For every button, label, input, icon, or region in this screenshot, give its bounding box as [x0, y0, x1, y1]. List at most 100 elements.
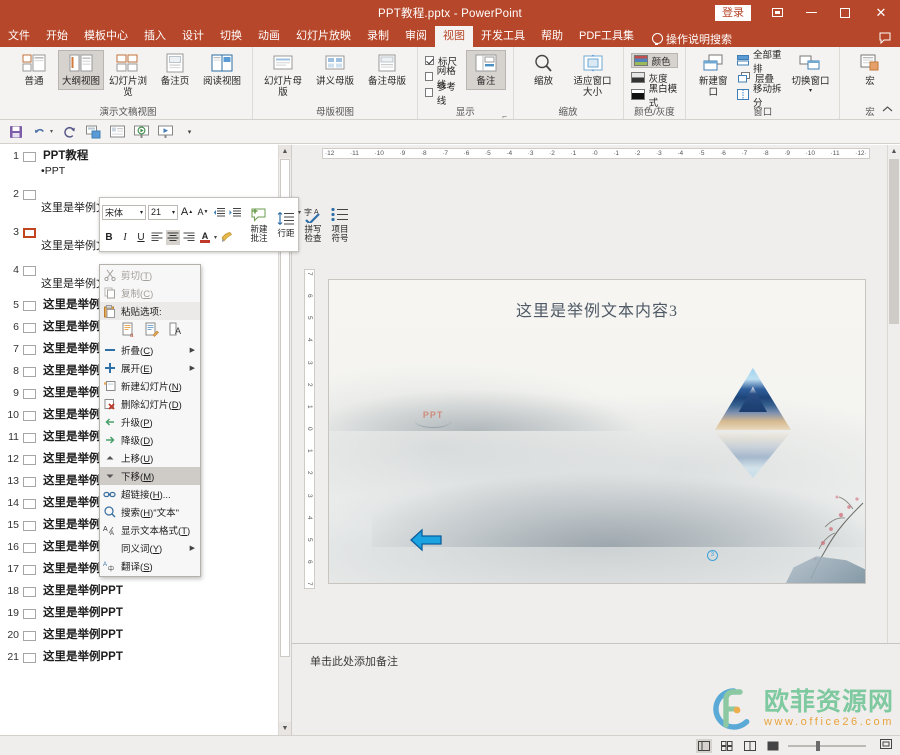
chevron-down-icon[interactable]: ▾: [172, 209, 175, 216]
align-center-icon[interactable]: [166, 229, 180, 245]
outline-slide-1[interactable]: 1 PPT教程: [0, 149, 291, 164]
close-icon[interactable]: ✕: [862, 0, 900, 25]
tab-file[interactable]: 文件: [0, 26, 38, 47]
line-spacing-button[interactable]: 行距: [276, 201, 296, 248]
slide-thumb-icon[interactable]: [23, 152, 36, 162]
vertical-ruler[interactable]: 7 6 5 4 3 2 1 0 1 2 3 4 5 6 7: [304, 269, 316, 589]
tab-animations[interactable]: 动画: [250, 26, 288, 47]
slide-scroll-thumb[interactable]: [889, 159, 899, 324]
slide-thumb-icon[interactable]: [23, 455, 36, 465]
slide-sorter-icon[interactable]: [719, 739, 735, 753]
maximize-icon[interactable]: [828, 0, 862, 25]
ribbon-button-slide-master[interactable]: 幻灯片母版: [260, 50, 306, 100]
tab-review[interactable]: 审阅: [397, 26, 435, 47]
align-right-icon[interactable]: [182, 230, 196, 245]
outline-slide-21[interactable]: 21 这里是举例PPT: [0, 650, 291, 665]
save-icon[interactable]: [8, 124, 23, 139]
checkbox-guides[interactable]: 参考线: [425, 82, 460, 107]
slide-thumb-icon[interactable]: [23, 389, 36, 399]
switch-windows-chevron-down-icon[interactable]: ▾: [809, 88, 812, 94]
picture-icon[interactable]: [110, 124, 126, 139]
slide-thumb-icon-selected[interactable]: [23, 228, 36, 238]
slide-thumb-icon[interactable]: [23, 565, 36, 575]
align-left-icon[interactable]: [150, 230, 164, 245]
context-menu-item-search[interactable]: 搜索(H)"文本": [100, 503, 200, 521]
minimize-icon[interactable]: [794, 0, 828, 25]
new-slide-icon[interactable]: [86, 124, 101, 139]
tab-home[interactable]: 开始: [38, 26, 76, 47]
customize-qat-icon[interactable]: ▾: [182, 124, 197, 139]
comments-pane-icon[interactable]: [878, 31, 892, 45]
keep-text-only-icon[interactable]: A: [167, 322, 183, 338]
context-menu-item-delete-slide[interactable]: 删除幻灯片(D): [100, 395, 200, 413]
underline-button[interactable]: U: [134, 230, 148, 245]
tab-transitions[interactable]: 切换: [212, 26, 250, 47]
slide-thumb-icon[interactable]: [23, 345, 36, 355]
context-menu-item-hyperlink[interactable]: 超链接(H)...: [100, 485, 200, 503]
slide-thumb-icon[interactable]: [23, 543, 36, 553]
decrease-indent-icon[interactable]: [212, 205, 226, 220]
ribbon-button-new-window[interactable]: 新建窗口: [693, 50, 733, 100]
context-menu-item-move-up[interactable]: 上移(U): [100, 449, 200, 467]
undo-chevron-down-icon[interactable]: ▾: [50, 128, 53, 135]
font-name-combobox[interactable]: 宋体 ▾: [102, 204, 146, 220]
ribbon-button-normal[interactable]: 普通: [11, 50, 57, 90]
tab-slideshow[interactable]: 幻灯片放映: [288, 26, 359, 47]
outline-slide-title[interactable]: 这里是举例PPT: [36, 584, 123, 599]
context-menu-item-demote[interactable]: 降级(D): [100, 431, 200, 449]
slide-thumb-icon[interactable]: [23, 190, 36, 200]
grow-font-button[interactable]: A ▲: [180, 205, 194, 220]
shrink-font-button[interactable]: A ▼: [196, 205, 210, 220]
slide-thumb-icon[interactable]: [23, 653, 36, 663]
tab-record[interactable]: 录制: [359, 26, 397, 47]
ribbon-button-reading-view[interactable]: 阅读视图: [199, 50, 245, 90]
outline-slide-title[interactable]: PPT教程: [36, 149, 88, 164]
zoom-slider[interactable]: [788, 740, 866, 751]
context-menu-item-expand[interactable]: 展开(E) ▶: [100, 359, 200, 377]
ribbon-button-slide-sorter[interactable]: 幻灯片浏览: [105, 50, 151, 100]
ribbon-item-move-split[interactable]: 移动拆分: [737, 84, 785, 109]
scroll-up-icon[interactable]: ▲: [279, 145, 291, 158]
slide-thumb-icon[interactable]: [23, 609, 36, 619]
outline-slide-1-bullet[interactable]: •PPT: [0, 164, 291, 178]
horizontal-ruler[interactable]: ·12 ·11 ·10 ·9 ·8 ·7 ·6 ·5 ·4 ·3 ·2 ·1 ·0 ·1 ·2 ·3 ·4 ·5 ·…: [292, 145, 900, 161]
ribbon-item-arrange-all[interactable]: 全部重排: [737, 50, 785, 75]
sign-in-button[interactable]: 登录: [715, 4, 751, 21]
slide-thumb-icon[interactable]: [23, 367, 36, 377]
slide-thumb-icon[interactable]: [23, 323, 36, 333]
spell-check-button[interactable]: 字A 拼写检查: [303, 201, 323, 248]
context-menu-item-copy[interactable]: 复制(C): [100, 284, 200, 302]
mini-formatting-toolbar[interactable]: 宋体 ▾ 21 ▾ A ▲ A ▼ B I U A ▾ 新建批注 行距 ▾ 字 …: [99, 197, 349, 252]
redo-icon[interactable]: [62, 124, 77, 139]
ribbon-button-switch-windows[interactable]: 切换窗口 ▾: [789, 50, 832, 96]
slide-thumb-icon[interactable]: [23, 587, 36, 597]
ribbon-button-outline-view[interactable]: 大纲视图: [58, 50, 104, 90]
increase-indent-icon[interactable]: [228, 205, 242, 220]
show-dialog-launcher-icon[interactable]: ⌐: [501, 110, 509, 121]
undo-icon[interactable]: [32, 124, 47, 139]
keep-source-formatting-icon[interactable]: a: [121, 322, 137, 339]
bold-button[interactable]: B: [102, 230, 116, 245]
context-menu-item-new-slide[interactable]: 新建幻灯片(N): [100, 377, 200, 395]
font-color-button[interactable]: A: [198, 230, 212, 245]
scroll-up-icon[interactable]: ▲: [888, 145, 900, 158]
ribbon-display-options-icon[interactable]: [760, 0, 794, 25]
ribbon-button-notes-page[interactable]: 备注页: [152, 50, 198, 90]
slide-thumb-icon[interactable]: [23, 411, 36, 421]
slide-thumb-icon[interactable]: [23, 499, 36, 509]
slide-canvas[interactable]: 这里是举例文本内容3 PPT 3: [328, 279, 866, 584]
tab-developer[interactable]: 开发工具: [473, 26, 533, 47]
bullets-button[interactable]: 项目符号: [331, 201, 349, 248]
present-icon[interactable]: [158, 124, 174, 139]
line-spacing-chevron-down-icon[interactable]: ▾: [298, 209, 301, 216]
start-slideshow-icon[interactable]: [134, 124, 150, 139]
tab-design[interactable]: 设计: [174, 26, 212, 47]
ribbon-button-notes[interactable]: 备注: [466, 50, 506, 90]
slide-thumb-icon[interactable]: [23, 477, 36, 487]
slide-thumb-icon[interactable]: [23, 433, 36, 443]
notes-placeholder[interactable]: 单击此处添加备注: [310, 653, 900, 669]
outline-slide-title[interactable]: 这里是举例PPT: [36, 606, 123, 621]
context-menu-item-cut[interactable]: 剪切(T): [100, 266, 200, 284]
context-menu-item-translate[interactable]: A中 翻译(S): [100, 557, 200, 575]
chevron-down-icon[interactable]: ▾: [140, 209, 143, 216]
